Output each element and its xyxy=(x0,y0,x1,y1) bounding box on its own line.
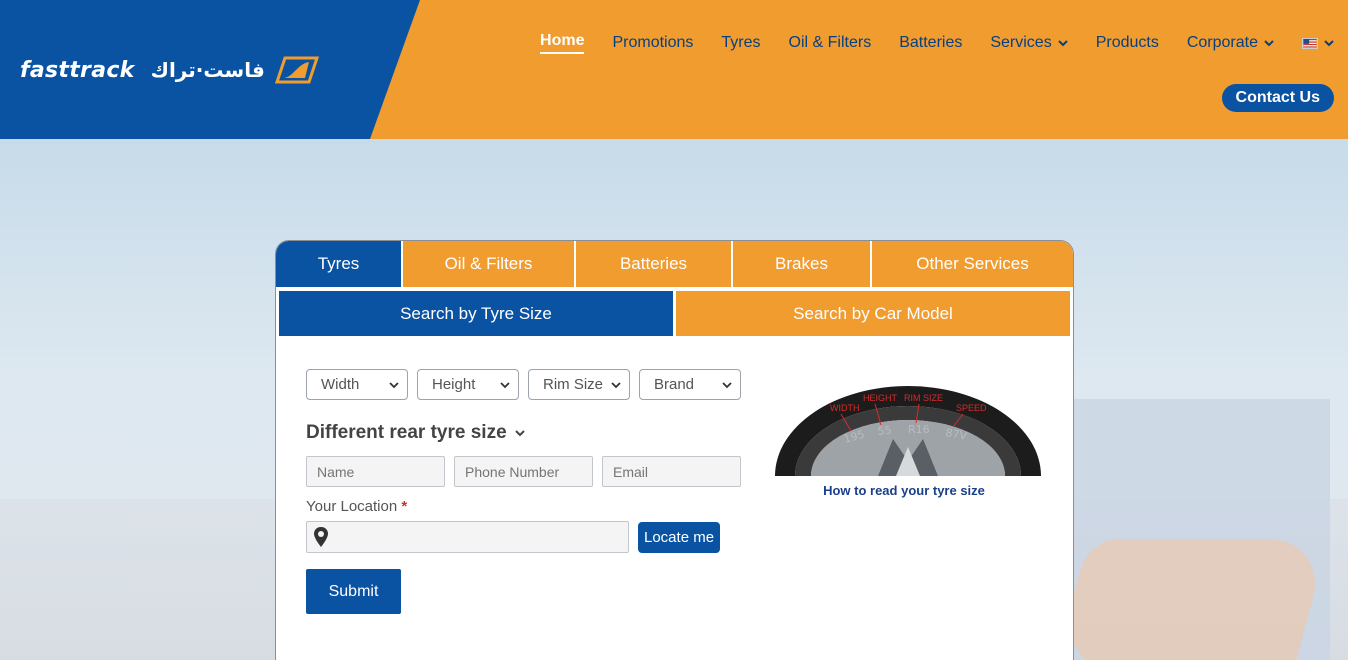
nav-corporate-label: Corporate xyxy=(1186,34,1258,51)
chevron-down-icon xyxy=(389,381,399,388)
tyre-size-selects: Width Height Rim Size Brand xyxy=(306,369,746,400)
nav-promotions[interactable]: Promotions xyxy=(612,34,693,52)
rim-size-select-value: Rim Size xyxy=(543,376,604,393)
tab-search-by-car-model[interactable]: Search by Car Model xyxy=(676,291,1070,336)
location-input[interactable] xyxy=(306,521,629,553)
phone-input[interactable] xyxy=(454,456,593,487)
height-select-value: Height xyxy=(432,376,476,393)
height-select[interactable]: Height xyxy=(417,369,519,400)
tyre-search-form: Width Height Rim Size Brand Different re… xyxy=(306,369,746,614)
brand-select[interactable]: Brand xyxy=(639,369,741,400)
nav-oil-filters[interactable]: Oil & Filters xyxy=(789,34,872,52)
width-select[interactable]: Width xyxy=(306,369,408,400)
different-rear-tyre-label: Different rear tyre size xyxy=(306,422,507,443)
email-input[interactable] xyxy=(602,456,741,487)
name-input[interactable] xyxy=(306,456,445,487)
us-flag-icon xyxy=(1302,37,1318,49)
contact-inputs xyxy=(306,456,746,487)
nav-products[interactable]: Products xyxy=(1096,34,1159,52)
tab-search-by-tyre-size[interactable]: Search by Tyre Size xyxy=(279,291,673,336)
search-mode-tabs: Search by Tyre Size Search by Car Model xyxy=(279,291,1070,336)
location-row: Locate me xyxy=(306,521,746,553)
contact-us-button[interactable]: Contact Us xyxy=(1221,84,1334,112)
location-label: Your Location * xyxy=(306,498,746,515)
building-logo-shape xyxy=(1051,539,1329,660)
site-logo[interactable]: fasttrack فاست·تراك xyxy=(20,56,319,84)
locate-me-button[interactable]: Locate me xyxy=(638,521,721,553)
brand-select-value: Brand xyxy=(654,376,695,393)
service-tabs: Tyres Oil & Filters Batteries Brakes Oth… xyxy=(276,241,1073,287)
different-rear-tyre-toggle[interactable]: Different rear tyre size xyxy=(306,422,746,444)
submit-button[interactable]: Submit xyxy=(306,569,401,614)
fasttrack-logo-icon xyxy=(274,56,319,84)
chevron-down-icon xyxy=(1057,40,1068,47)
search-card: Tyres Oil & Filters Batteries Brakes Oth… xyxy=(275,240,1074,660)
site-header: fasttrack فاست·تراك Home Promotions Tyre… xyxy=(0,0,1348,139)
width-label: WIDTH xyxy=(830,403,860,413)
main-nav: Home Promotions Tyres Oil & Filters Batt… xyxy=(512,32,1334,54)
nav-tyres[interactable]: Tyres xyxy=(721,34,760,52)
logo-text-ar: فاست·تراك xyxy=(150,58,265,82)
chevron-down-icon xyxy=(500,381,510,388)
rim-size-label: RIM SIZE xyxy=(904,393,943,403)
language-selector[interactable] xyxy=(1302,37,1334,49)
nav-home-label: Home xyxy=(540,32,585,49)
chevron-down-icon xyxy=(611,381,621,388)
nav-products-label: Products xyxy=(1095,34,1159,51)
tyre-diagram-caption: How to read your tyre size xyxy=(823,483,985,498)
tyre-rim-value: R16 xyxy=(908,423,930,436)
chevron-down-icon xyxy=(722,381,732,388)
chevron-down-icon xyxy=(514,430,525,437)
nav-batteries[interactable]: Batteries xyxy=(899,34,962,52)
nav-corporate[interactable]: Corporate xyxy=(1187,34,1274,52)
tab-batteries[interactable]: Batteries xyxy=(576,241,733,287)
nav-promotions-label: Promotions xyxy=(612,34,694,51)
rim-size-select[interactable]: Rim Size xyxy=(528,369,630,400)
nav-home[interactable]: Home xyxy=(540,32,585,54)
speed-label: SPEED xyxy=(956,403,987,413)
chevron-down-icon xyxy=(1324,40,1334,47)
tyre-height-value: 55 xyxy=(877,424,892,438)
tab-other-services[interactable]: Other Services xyxy=(872,241,1073,287)
chevron-down-icon xyxy=(1264,40,1274,47)
tab-oil-filters[interactable]: Oil & Filters xyxy=(403,241,576,287)
nav-tyres-label: Tyres xyxy=(721,34,761,51)
required-marker: * xyxy=(401,498,408,515)
nav-batteries-label: Batteries xyxy=(899,34,963,51)
nav-services[interactable]: Services xyxy=(990,34,1068,52)
nav-services-label: Services xyxy=(990,34,1052,51)
tab-tyres[interactable]: Tyres xyxy=(276,241,403,287)
height-label: HEIGHT xyxy=(863,393,898,403)
logo-text-en: fasttrack xyxy=(20,57,135,83)
nav-oil-filters-label: Oil & Filters xyxy=(788,34,872,51)
width-select-value: Width xyxy=(321,376,360,393)
tab-brakes[interactable]: Brakes xyxy=(733,241,872,287)
map-pin-icon xyxy=(314,527,328,547)
location-label-text: Your Location xyxy=(306,498,398,515)
